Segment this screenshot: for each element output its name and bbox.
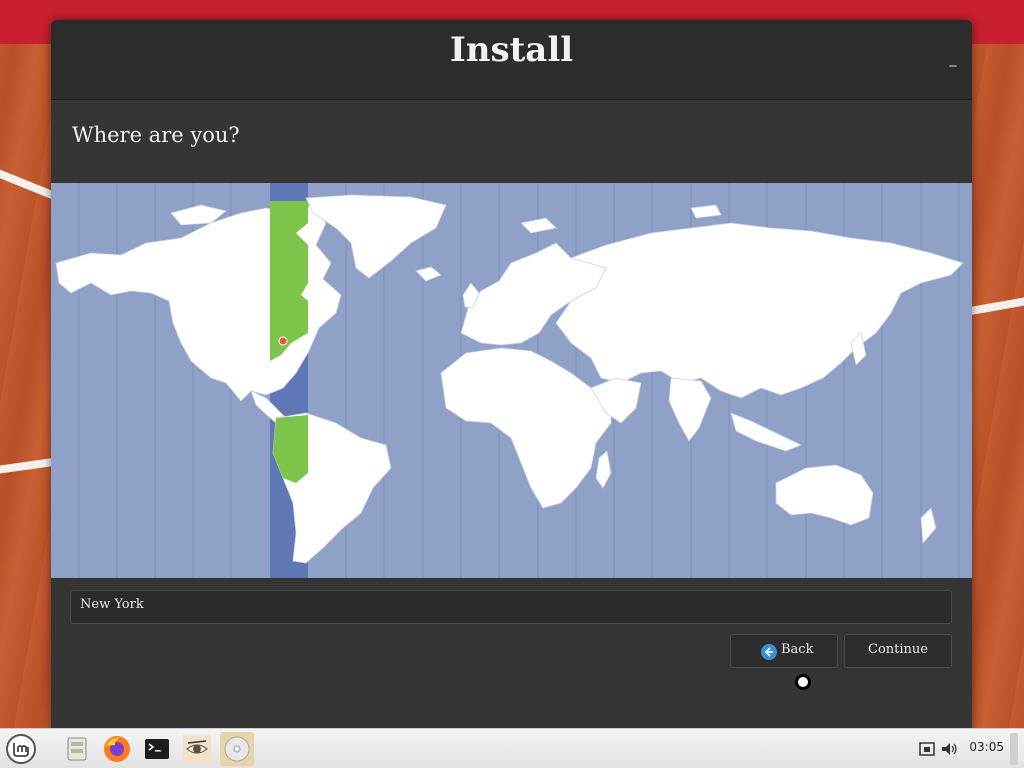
- city-input[interactable]: New York: [70, 590, 952, 624]
- continue-button[interactable]: Continue: [844, 634, 952, 668]
- volume-icon[interactable]: [940, 739, 958, 759]
- installer-eye-icon[interactable]: [180, 732, 214, 766]
- clock[interactable]: 03:05: [969, 740, 1004, 754]
- back-button[interactable]: Back: [730, 634, 838, 668]
- network-icon[interactable]: [918, 739, 936, 759]
- page-heading: Where are you?: [72, 123, 240, 147]
- back-arrow-icon: [761, 644, 777, 660]
- location-marker: [278, 336, 288, 346]
- window-titlebar[interactable]: Install _: [51, 20, 972, 100]
- panel-handle: [1010, 733, 1018, 765]
- file-manager-icon[interactable]: [60, 732, 94, 766]
- desktop-stripe: [969, 293, 1024, 315]
- window-title: Install: [449, 30, 574, 70]
- continue-button-label: Continue: [868, 642, 928, 657]
- taskbar: 03:05: [0, 728, 1024, 768]
- terminal-icon[interactable]: [140, 732, 174, 766]
- minimize-button[interactable]: _: [946, 52, 960, 66]
- installer-window: Install _ Where are you? New York Back C…: [51, 20, 972, 730]
- back-button-label: Back: [781, 642, 814, 657]
- world-map[interactable]: [51, 183, 972, 578]
- timezone-map[interactable]: [51, 183, 972, 578]
- firefox-icon[interactable]: [100, 732, 134, 766]
- disc-icon[interactable]: [220, 732, 254, 766]
- mint-menu-icon[interactable]: [4, 732, 38, 766]
- mouse-cursor: [795, 674, 811, 690]
